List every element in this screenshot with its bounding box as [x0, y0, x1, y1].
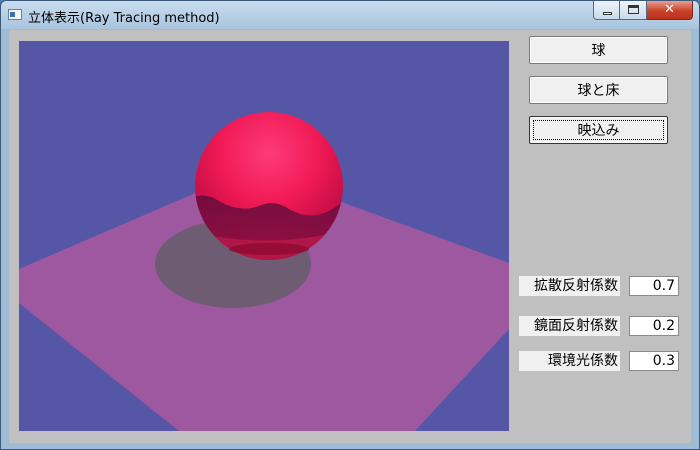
specular-input[interactable]: [629, 316, 679, 336]
sphere-floor-button[interactable]: 球と床: [529, 76, 668, 104]
maximize-icon: [628, 5, 639, 14]
close-button[interactable]: ✕: [647, 1, 693, 20]
sphere-contact: [229, 243, 309, 255]
minimize-button[interactable]: [593, 1, 620, 20]
app-window-icon: [8, 9, 22, 20]
maximize-button[interactable]: [620, 1, 647, 20]
specular-label: 鏡面反射係数: [519, 316, 620, 336]
client-area: 球 球と床 映込み 拡散反射係数 鏡面反射係数 環境光係数: [9, 30, 691, 443]
minimize-icon: [603, 12, 612, 15]
app-window: 立体表示(Ray Tracing method) ✕ 球 球と床 映込み 拡散反…: [0, 0, 700, 450]
reflection-button[interactable]: 映込み: [529, 116, 668, 144]
title-bar[interactable]: 立体表示(Ray Tracing method) ✕: [1, 1, 699, 29]
diffuse-input[interactable]: [629, 276, 679, 296]
ambient-input[interactable]: [629, 351, 679, 371]
sphere-button[interactable]: 球: [529, 36, 668, 64]
window-title: 立体表示(Ray Tracing method): [28, 11, 220, 26]
render-viewport: [19, 41, 509, 431]
diffuse-label: 拡散反射係数: [519, 276, 620, 296]
ray-traced-scene: [19, 41, 509, 431]
close-icon: ✕: [664, 2, 675, 17]
ambient-label: 環境光係数: [519, 351, 620, 371]
caption-buttons: ✕: [593, 1, 693, 21]
